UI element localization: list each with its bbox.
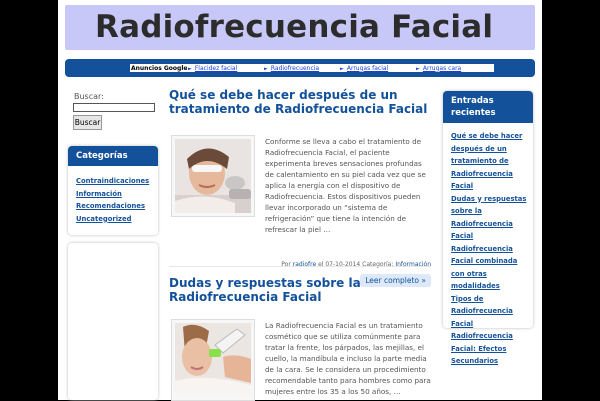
site-title[interactable]: Radiofrecuencia Facial [95,9,493,45]
recent-post-label: Radiofrecuencia Facial combinada con otr… [451,244,518,291]
left-sidebar-panel [68,243,158,400]
recent-posts-widget: Entradas recientes Qué se debe hacer des… [443,91,533,365]
post-2: Dudas y respuestas sobre la Radiofrecuen… [169,276,431,401]
ad-link-arrugas-facial[interactable]: Arrugas facial [340,65,416,72]
category-link-informacion[interactable]: Información [76,188,158,201]
search-button[interactable]: Buscar [73,115,102,130]
post-thumbnail-device[interactable] [171,319,255,401]
search-label: Buscar: [74,92,104,101]
recent-post-label: Dudas y respuestas sobre la Radiofrecuen… [451,194,527,241]
recent-posts-title: Entradas recientes [443,91,533,123]
left-sidebar: Buscar: Buscar Categorías Contraindicaci… [68,92,160,235]
recent-post-label: Tipos de Radiofrecuencia Facial [451,294,513,328]
recent-post-label: Radiofrecuencia Facial: Efectos Secundar… [451,332,513,365]
recent-post-link[interactable]: Radiofrecuencia Facial combinada con otr… [451,243,533,293]
post-excerpt: La Radiofrecuencia Facial es un tratamie… [265,321,431,396]
category-link-contraindicaciones[interactable]: Contraindicaciones [76,175,158,188]
recent-posts-list: Qué se debe hacer después de un tratamie… [443,123,533,368]
page: Radiofrecuencia Facial Anuncios Google F… [58,0,542,401]
search-input[interactable] [73,103,155,112]
google-ads-strip: Anuncios Google Flacidez facial Radiofre… [130,64,494,72]
ad-link-arrugas-cara[interactable]: Arrugas cara [416,65,492,72]
nav-bar: Anuncios Google Flacidez facial Radiofre… [65,59,535,77]
categories-title: Categorías [68,146,158,166]
post-title-link[interactable]: Dudas y respuestas sobre la Radiofrecuen… [169,276,431,304]
ad-link-flacidez[interactable]: Flacidez facial [188,65,264,72]
post-thumbnail-treatment[interactable] [171,135,255,217]
recent-post-label: Qué se debe hacer después de un tratamie… [451,132,523,190]
recent-post-link[interactable]: Tipos de Radiofrecuencia Facial [451,293,533,331]
category-link-recomendaciones[interactable]: Recomendaciones [76,200,158,213]
site-header: Radiofrecuencia Facial [65,5,535,50]
ads-label: Anuncios Google [131,64,188,72]
post-divider [169,266,431,267]
recent-post-link[interactable]: Dudas y respuestas sobre la Radiofrecuen… [451,193,533,243]
post-title-link[interactable]: Qué se debe hacer después de un tratamie… [169,88,431,116]
main-content: Qué se debe hacer después de un tratamie… [169,88,431,401]
categories-widget: Categorías Contraindicaciones Informació… [68,146,158,235]
categories-list: Contraindicaciones Información Recomenda… [68,166,158,225]
ad-link-radiofrecuencia[interactable]: Radiofrecuencia [264,65,340,72]
recent-post-link[interactable]: Qué se debe hacer después de un tratamie… [451,130,533,193]
post-1: Qué se debe hacer después de un tratamie… [169,88,431,287]
category-link-uncategorized[interactable]: Uncategorized [76,213,158,226]
post-excerpt: Conforme se lleva a cabo el tratamiento … [265,137,426,234]
recent-post-link[interactable]: Radiofrecuencia Facial: Efectos Secundar… [451,330,533,368]
